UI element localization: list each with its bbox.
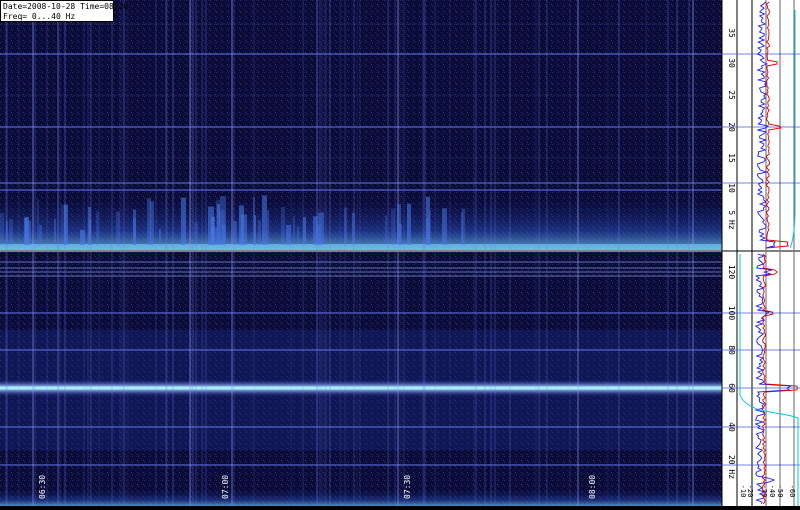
activity-burst [6, 221, 8, 245]
activity-burst [88, 206, 91, 245]
upper-frequency-tick-label: 15 [727, 153, 736, 163]
activity-burst [442, 208, 447, 245]
activity-burst [216, 199, 220, 245]
db-scale-label: -40 [768, 485, 776, 498]
upper-spectrogram-panel [0, 0, 722, 250]
db-scale-label: -50 [776, 485, 784, 498]
spectrogram-canvas: 35 30 25 20 15 10 5 Hz 120 100 80 60 40 20 Hz-10 -20 -… [0, 0, 800, 506]
upper-frequency-tick-label: 10 [727, 183, 736, 193]
activity-burst [241, 214, 247, 245]
activity-burst [96, 211, 99, 245]
lower-frequency-tick-label: 40 [727, 422, 736, 432]
upper-frequency-tick-label: 20 [727, 122, 736, 132]
activity-burst [462, 208, 465, 245]
time-tick-label: 06:30 [38, 475, 47, 499]
activity-burst [64, 204, 68, 245]
info-box: Date=2008-10-28 Time=08:20 Freq= 0...40 … [0, 0, 129, 22]
db-scale-label: -10 [739, 485, 747, 498]
activity-burst [159, 229, 161, 245]
activity-burst [133, 209, 136, 245]
lower-spectrogram-panel [0, 252, 722, 506]
activity-burst [27, 221, 31, 245]
activity-burst [267, 210, 269, 245]
activity-burst [233, 221, 237, 245]
activity-burst [222, 224, 226, 245]
activity-burst [286, 224, 291, 245]
activity-burst [9, 219, 13, 245]
activity-burst [397, 203, 401, 245]
lower-frequency-tick-label: 20 Hz [727, 455, 736, 479]
activity-burst [385, 215, 387, 245]
activity-burst [258, 220, 261, 245]
upper-frequency-tick-label: 35 [727, 28, 736, 38]
activity-burst [262, 195, 267, 245]
activity-burst [297, 226, 299, 245]
activity-burst [54, 218, 56, 245]
activity-burst [352, 212, 355, 245]
activity-burst [253, 196, 255, 245]
activity-burst [194, 222, 198, 245]
spectrogram-viewer: 35 30 25 20 15 10 5 Hz 120 100 80 60 40 20 Hz -10 -20 -… [0, 0, 800, 506]
activity-burst [24, 217, 27, 245]
activity-burst [426, 217, 429, 245]
upper-frequency-tick-label: 5 Hz [727, 210, 736, 229]
db-scale-label: -60 [788, 485, 796, 498]
activity-burst [281, 206, 285, 245]
activity-burst [0, 212, 4, 245]
activity-burst [37, 199, 39, 245]
time-tick-label: 07:30 [403, 475, 412, 499]
activity-burst [407, 203, 411, 245]
activity-burst [344, 207, 347, 245]
lower-frequency-tick-label: 80 [727, 345, 736, 355]
activity-burst [208, 206, 214, 245]
activity-burst [293, 216, 295, 245]
activity-burst [316, 224, 321, 245]
lower-frequency-tick-label: 120 [727, 265, 736, 280]
date-time-readout: Date=2008-10-28 Time=08:20 [3, 2, 129, 11]
activity-burst [150, 201, 154, 245]
frequency-range-readout: Freq= 0...40 Hz [3, 11, 76, 21]
lower-frequency-tick-label: 60 [727, 383, 736, 393]
spectrum-side-panel: 35 30 25 20 15 10 5 Hz 120 100 80 60 40 20 Hz-10 -20 -… [721, 0, 800, 506]
activity-burst [116, 211, 120, 245]
upper-frequency-tick-label: 25 [727, 90, 736, 100]
activity-burst [303, 217, 306, 245]
activity-burst [80, 229, 85, 245]
lower-frequency-tick-label: 100 [727, 306, 736, 321]
db-scale-label: -20 [746, 485, 754, 498]
time-tick-label: 08:00 [588, 475, 597, 499]
activity-burst [39, 224, 42, 245]
upper-frequency-tick-label: 30 [727, 58, 736, 68]
activity-burst [391, 208, 395, 245]
time-tick-label: 07:00 [221, 475, 230, 499]
activity-burst [181, 197, 186, 245]
